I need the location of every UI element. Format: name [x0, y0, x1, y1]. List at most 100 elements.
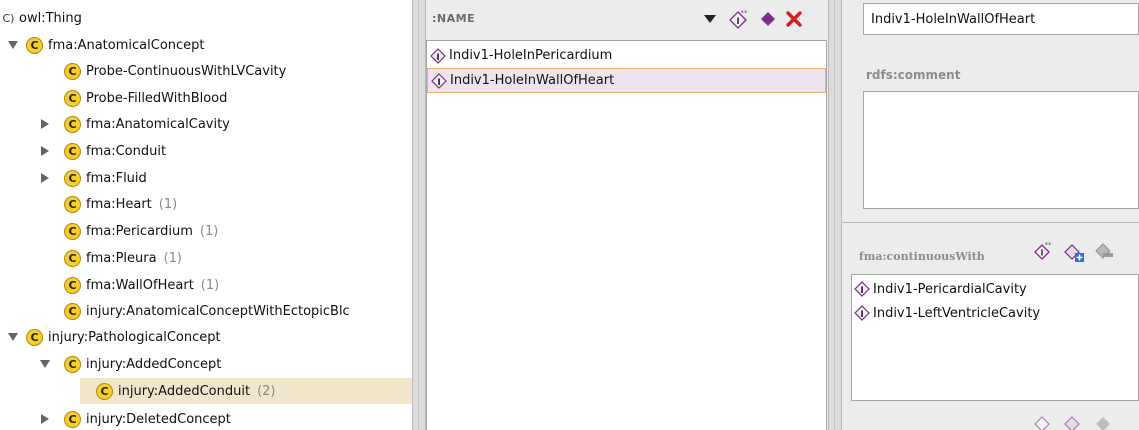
class-icon: C	[64, 276, 81, 294]
tree-item-label: fma:Pericardium	[86, 223, 193, 239]
tree-item-label: owl:Thing	[19, 10, 82, 26]
instance-count: (1)	[158, 196, 178, 212]
remove-value-icon[interactable]	[1092, 240, 1114, 262]
continuous-with-label-text: Indiv1-PericardialCavity	[873, 281, 1027, 297]
instance-icon: I	[854, 305, 870, 321]
class-icon: C	[26, 36, 43, 54]
instances-list: I Indiv1-HoleInPericardium I Indiv1-Hole…	[426, 40, 827, 430]
divider	[842, 222, 1139, 223]
instances-panel: :NAME I ** I Indiv1-HoleInPericardium I …	[426, 0, 828, 430]
add-value-icon[interactable]	[1063, 242, 1085, 264]
tree-item-wall-of-heart[interactable]: C fma:WallOfHeart (1)	[0, 272, 412, 298]
panel-splitter[interactable]	[412, 0, 426, 430]
tree-item-label: fma:Conduit	[86, 143, 167, 159]
tree-item-added-concept[interactable]: C injury:AddedConcept	[0, 351, 412, 377]
diamond-icon[interactable]	[756, 8, 780, 30]
instance-count: (1)	[163, 250, 183, 266]
expanded-toggle-icon[interactable]	[6, 324, 20, 350]
collapsed-toggle-icon[interactable]	[38, 406, 52, 430]
class-icon: C	[64, 169, 81, 187]
comment-label: rdfs:comment	[866, 68, 961, 82]
remove-value-icon[interactable]	[1092, 412, 1114, 430]
tree-item-label: injury:AddedConcept	[86, 356, 222, 372]
tree-item-probe-filled[interactable]: C Probe-FilledWithBlood	[0, 85, 412, 111]
class-tree: C) owl:Thing C fma:AnatomicalConcept C P…	[0, 0, 412, 430]
tree-item-probe-continuous[interactable]: C Probe-ContinuousWithLVCavity	[0, 58, 412, 84]
tree-item-label: fma:Fluid	[86, 170, 147, 186]
svg-text:I: I	[860, 286, 863, 296]
tree-item-anatomical-concept[interactable]: C fma:AnatomicalConcept	[0, 32, 412, 58]
expanded-toggle-icon[interactable]	[38, 351, 52, 377]
tree-item-label: fma:Heart	[86, 196, 152, 212]
tree-item-label: Probe-FilledWithBlood	[86, 90, 228, 106]
next-slot-toolbar	[842, 401, 1139, 430]
svg-text:I: I	[436, 53, 439, 63]
class-icon: C	[64, 302, 81, 320]
tree-item-owl-thing[interactable]: C) owl:Thing	[0, 5, 412, 31]
instance-label: Indiv1-HoleInWallOfHeart	[450, 73, 615, 88]
continuous-with-label: fma:continuousWith	[859, 250, 985, 263]
continuous-with-list: I Indiv1-PericardialCavity I Indiv1-Left…	[851, 274, 1139, 401]
tree-item-conduit[interactable]: C fma:Conduit	[0, 138, 412, 164]
collapsed-toggle-icon[interactable]	[38, 111, 52, 137]
create-instance-icon[interactable]: I **	[1031, 240, 1053, 262]
instance-count: (1)	[199, 223, 219, 239]
tree-item-label: injury:DeletedConcept	[86, 411, 231, 427]
tree-item-label: injury:AnatomicalConceptWithEctopicBlc	[86, 303, 350, 319]
class-icon: C	[64, 115, 81, 133]
instance-item[interactable]: I Indiv1-HoleInPericardium	[427, 43, 826, 68]
tree-item-deleted-concept[interactable]: C injury:DeletedConcept	[0, 406, 412, 430]
svg-text:I: I	[1041, 249, 1044, 258]
instance-icon: I	[431, 72, 447, 89]
instance-form: Indiv1-HoleInWallOfHeart rdfs:comment fm…	[842, 0, 1139, 430]
class-icon: C	[26, 328, 43, 346]
continuous-with-item[interactable]: I Indiv1-LeftVentricleCavity	[852, 301, 1138, 325]
tree-item-heart[interactable]: C fma:Heart (1)	[0, 191, 412, 217]
create-instance-icon[interactable]	[1031, 412, 1053, 430]
create-instance-icon[interactable]: I **	[726, 8, 750, 30]
class-icon: C	[64, 142, 81, 160]
class-icon: C	[64, 410, 81, 428]
collapsed-toggle-icon[interactable]	[38, 138, 52, 164]
tree-item-ectopic[interactable]: C injury:AnatomicalConceptWithEctopicBlc	[0, 298, 412, 324]
svg-text:**: **	[741, 9, 749, 17]
tree-item-label: Probe-ContinuousWithLVCavity	[86, 63, 287, 79]
continuous-with-item[interactable]: I Indiv1-PericardialCavity	[852, 277, 1138, 301]
svg-text:**: **	[1045, 241, 1053, 249]
tree-item-anatomical-cavity[interactable]: C fma:AnatomicalCavity	[0, 111, 412, 137]
tree-item-label: fma:WallOfHeart	[86, 277, 194, 293]
svg-text:I: I	[437, 78, 440, 88]
instance-count: (2)	[257, 383, 276, 399]
expanded-toggle-icon[interactable]	[6, 32, 20, 58]
continuous-with-label-text: Indiv1-LeftVentricleCavity	[873, 305, 1041, 321]
instance-icon: I	[430, 47, 446, 64]
tree-item-fluid[interactable]: C fma:Fluid	[0, 165, 412, 191]
svg-text:I: I	[736, 17, 739, 27]
class-icon: C	[64, 195, 81, 213]
tree-item-label: injury:PathologicalConcept	[48, 329, 221, 345]
tree-item-label: fma:AnatomicalCavity	[86, 116, 230, 132]
name-field[interactable]: Indiv1-HoleInWallOfHeart	[863, 3, 1139, 35]
tree-item-pericardium[interactable]: C fma:Pericardium (1)	[0, 218, 412, 244]
tree-item-label: fma:AnatomicalConcept	[48, 37, 205, 53]
add-value-icon[interactable]	[1063, 412, 1085, 430]
class-icon: C	[64, 222, 81, 240]
svg-text:I: I	[860, 310, 863, 320]
tree-item-added-conduit[interactable]: C injury:AddedConduit (2)	[80, 378, 412, 404]
panel-splitter[interactable]	[828, 0, 842, 430]
instance-icon: I	[854, 281, 870, 297]
tree-item-pleura[interactable]: C fma:Pleura (1)	[0, 245, 412, 271]
class-icon: C)	[2, 11, 15, 25]
class-icon: C	[64, 249, 81, 267]
tree-item-label: injury:AddedConduit	[118, 383, 251, 399]
instance-item-selected[interactable]: I Indiv1-HoleInWallOfHeart	[427, 68, 826, 93]
delete-icon[interactable]	[782, 8, 806, 30]
instances-header: :NAME I **	[426, 0, 828, 40]
tree-item-pathological-concept[interactable]: C injury:PathologicalConcept	[0, 324, 412, 350]
instance-label: Indiv1-HoleInPericardium	[449, 48, 613, 63]
comment-textarea[interactable]	[863, 91, 1139, 209]
class-icon: C	[64, 355, 81, 373]
dropdown-arrow-icon[interactable]	[698, 8, 722, 30]
class-icon: C	[64, 62, 81, 80]
collapsed-toggle-icon[interactable]	[38, 165, 52, 191]
